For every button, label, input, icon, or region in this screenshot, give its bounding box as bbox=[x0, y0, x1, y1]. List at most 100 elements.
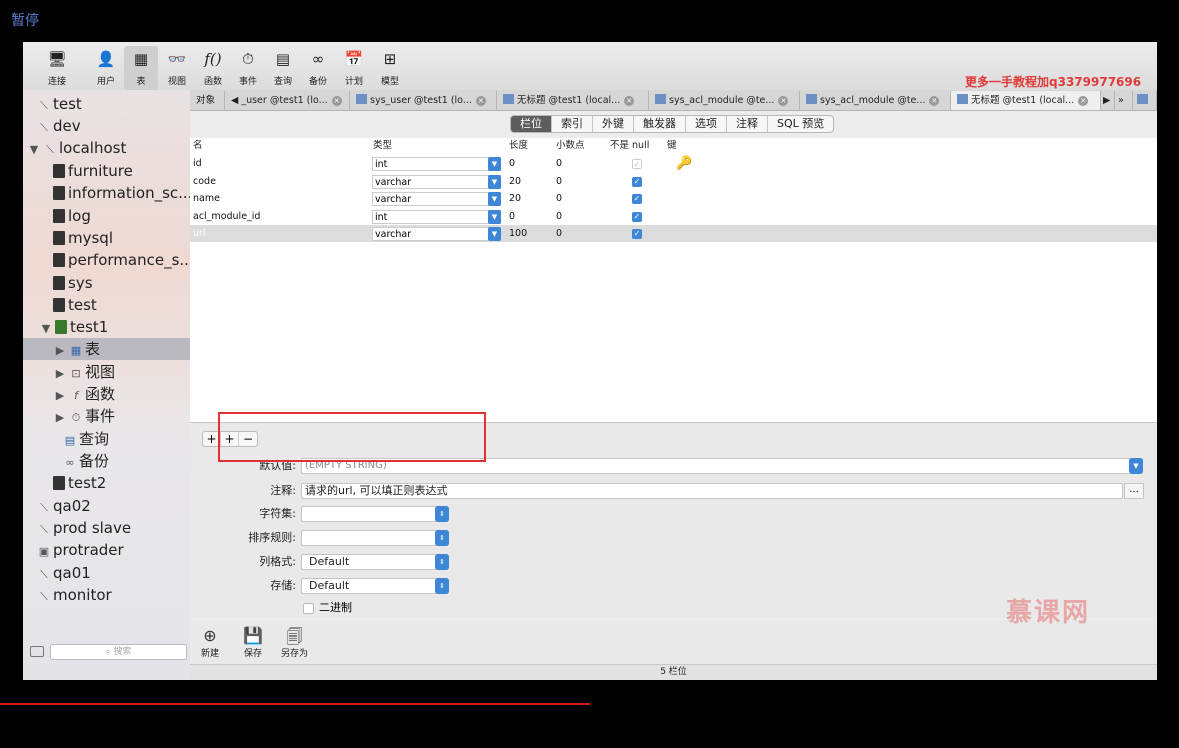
subtab-foreign-keys[interactable]: 外键 bbox=[593, 116, 634, 132]
tree-node-queries[interactable]: ▤ 查询 bbox=[23, 428, 190, 450]
tree-node-views[interactable]: ▶ ⊡ 视图 bbox=[23, 361, 190, 383]
tab-new-button[interactable] bbox=[1133, 91, 1157, 110]
field-decimals[interactable]: 0 bbox=[556, 208, 562, 225]
field-decimals[interactable]: 0 bbox=[556, 155, 562, 172]
chevron-left-icon[interactable]: ◀ bbox=[231, 95, 241, 106]
close-icon[interactable]: ✕ bbox=[1078, 96, 1089, 106]
field-name[interactable]: acl_module_id bbox=[193, 208, 260, 225]
tree-db-performance-schema[interactable]: performance_s... bbox=[23, 249, 190, 271]
field-length[interactable]: 0 bbox=[509, 208, 515, 225]
toolbar-schedule-button[interactable]: 📅 计划 bbox=[337, 46, 371, 90]
sidebar-toggle-button[interactable] bbox=[30, 646, 44, 657]
field-type-select[interactable]: varchar ▼ bbox=[372, 175, 501, 189]
column-header-decimals[interactable]: 小数点 bbox=[556, 138, 585, 154]
table-row[interactable]: url varchar ▼ 100 0 ✓ bbox=[190, 225, 1157, 242]
new-button[interactable]: ⊕ 新建 bbox=[201, 626, 219, 659]
toolbar-view-button[interactable]: 👓 视图 bbox=[160, 46, 194, 90]
tree-node-functions[interactable]: ▶ f 函数 bbox=[23, 383, 190, 405]
field-decimals[interactable]: 0 bbox=[556, 225, 562, 242]
tree-conn-qa01[interactable]: ⟍ qa01 bbox=[23, 562, 190, 584]
not-null-checkbox[interactable]: ✓ bbox=[632, 194, 642, 204]
not-null-checkbox[interactable]: ✓ bbox=[632, 229, 642, 239]
tree-db-log[interactable]: log bbox=[23, 205, 190, 227]
tree-db-mysql[interactable]: mysql bbox=[23, 227, 190, 249]
tree-db-test1[interactable]: ▼ test1 bbox=[23, 316, 190, 338]
field-decimals[interactable]: 0 bbox=[556, 173, 562, 190]
tree-node-tables[interactable]: ▶ ▦ 表 bbox=[23, 338, 190, 360]
tree-node-backups[interactable]: ∞ 备份 bbox=[23, 450, 190, 472]
subtab-fields[interactable]: 栏位 bbox=[511, 116, 552, 132]
close-icon[interactable]: ✕ bbox=[331, 96, 342, 106]
subtab-triggers[interactable]: 触发器 bbox=[634, 116, 686, 132]
toolbar-query-button[interactable]: ▤ 查询 bbox=[266, 46, 300, 90]
field-length[interactable]: 0 bbox=[509, 155, 515, 172]
comment-input[interactable]: 请求的url, 可以填正则表达式 bbox=[301, 483, 1123, 499]
binary-checkbox[interactable] bbox=[303, 603, 314, 614]
video-progress-bar[interactable] bbox=[0, 703, 590, 705]
tab-sys-acl-module-1[interactable]: sys_acl_module @te... ✕ bbox=[649, 91, 800, 110]
save-as-button[interactable]: 🗐 另存为 bbox=[281, 626, 308, 659]
subtab-comment[interactable]: 注释 bbox=[727, 116, 768, 132]
sidebar-search-input[interactable]: ⌕ 搜索 bbox=[50, 644, 187, 660]
tree-conn-test[interactable]: ⟍ test bbox=[23, 93, 190, 115]
tree-db-furniture[interactable]: furniture bbox=[23, 160, 190, 182]
tree-db-test2[interactable]: test2 bbox=[23, 472, 190, 494]
toolbar-user-button[interactable]: 👤 用户 bbox=[89, 46, 123, 90]
tree-conn-protrader[interactable]: ▣ protrader bbox=[23, 539, 190, 561]
tree-conn-localhost[interactable]: ▼ ⟍ localhost bbox=[23, 137, 190, 159]
field-name[interactable]: id bbox=[193, 155, 202, 172]
field-type-select[interactable]: int ▼ bbox=[372, 210, 501, 224]
toolbar-function-button[interactable]: f() 函数 bbox=[196, 46, 230, 90]
charset-select[interactable]: ⇕ bbox=[301, 506, 449, 522]
tree-conn-dev[interactable]: ⟍ dev bbox=[23, 115, 190, 137]
column-header-length[interactable]: 长度 bbox=[509, 138, 528, 154]
tab-untitled-1[interactable]: 无标题 @test1 (local... ✕ bbox=[497, 91, 649, 110]
tab-untitled-active[interactable]: 无标题 @test1 (local... ✕ bbox=[951, 91, 1101, 110]
field-type-select[interactable]: varchar ▼ bbox=[372, 192, 501, 206]
close-icon[interactable]: ✕ bbox=[475, 96, 486, 106]
tab-sys-acl-module-2[interactable]: sys_acl_module @te... ✕ bbox=[800, 91, 951, 110]
pause-label[interactable]: 暂停 bbox=[11, 10, 39, 30]
close-icon[interactable]: ✕ bbox=[778, 96, 789, 106]
column-header-name[interactable]: 名 bbox=[193, 138, 203, 154]
tab-objects[interactable]: 对象 bbox=[190, 91, 225, 110]
tree-node-events[interactable]: ▶ ⏱ 事件 bbox=[23, 405, 190, 427]
table-row[interactable]: id int ▼ 0 0 ✓ 🔑 bbox=[190, 155, 1157, 172]
tab-scroll-right-button[interactable]: ▶ bbox=[1101, 91, 1115, 110]
tab-sys-user[interactable]: sys_user @test1 (lo... ✕ bbox=[350, 91, 497, 110]
tree-conn-qa02[interactable]: ⟍ qa02 bbox=[23, 495, 190, 517]
not-null-checkbox[interactable]: ✓ bbox=[632, 177, 642, 187]
toolbar-connection-button[interactable]: 🖥 连接 bbox=[40, 46, 74, 90]
field-type-select[interactable]: int ▼ bbox=[372, 157, 501, 171]
toolbar-model-button[interactable]: ⊞ 模型 bbox=[373, 46, 407, 90]
chevron-down-icon[interactable]: ▼ bbox=[1129, 458, 1143, 474]
column-header-key[interactable]: 键 bbox=[667, 138, 677, 154]
table-row[interactable]: acl_module_id int ▼ 0 0 ✓ bbox=[190, 208, 1157, 225]
field-type-select[interactable]: varchar ▼ bbox=[372, 227, 501, 241]
subtab-sql-preview[interactable]: SQL 预览 bbox=[768, 116, 833, 132]
tree-conn-monitor[interactable]: ⟍ monitor bbox=[23, 584, 190, 606]
not-null-checkbox[interactable]: ✓ bbox=[632, 212, 642, 222]
save-button[interactable]: 💾 保存 bbox=[243, 626, 263, 659]
table-row[interactable]: name varchar ▼ 20 0 ✓ bbox=[190, 190, 1157, 207]
field-length[interactable]: 20 bbox=[509, 173, 521, 190]
storage-select[interactable]: Default ⇕ bbox=[301, 578, 449, 594]
tree-conn-prod-slave[interactable]: ⟍ prod slave bbox=[23, 517, 190, 539]
table-row[interactable]: code varchar ▼ 20 0 ✓ bbox=[190, 173, 1157, 190]
comment-expand-button[interactable]: ... bbox=[1124, 483, 1144, 499]
field-length[interactable]: 20 bbox=[509, 190, 521, 207]
toolbar-table-button[interactable]: ▦ 表 bbox=[124, 46, 158, 90]
field-name[interactable]: name bbox=[193, 190, 220, 207]
collation-select[interactable]: ⇕ bbox=[301, 530, 449, 546]
field-decimals[interactable]: 0 bbox=[556, 190, 562, 207]
field-name[interactable]: code bbox=[193, 173, 216, 190]
tab-user[interactable]: ◀ _user @test1 (lo... ✕ bbox=[225, 91, 350, 110]
subtab-indexes[interactable]: 索引 bbox=[552, 116, 593, 132]
not-null-checkbox[interactable]: ✓ bbox=[632, 159, 642, 169]
column-header-type[interactable]: 类型 bbox=[373, 138, 392, 154]
primary-key-icon[interactable]: 🔑 bbox=[676, 156, 692, 171]
column-header-not-null[interactable]: 不是 null bbox=[610, 138, 649, 154]
tree-db-information-schema[interactable]: information_sc... bbox=[23, 182, 190, 204]
toolbar-backup-button[interactable]: ∞ 备份 bbox=[301, 46, 335, 90]
tab-overflow-button[interactable]: » bbox=[1115, 91, 1133, 110]
